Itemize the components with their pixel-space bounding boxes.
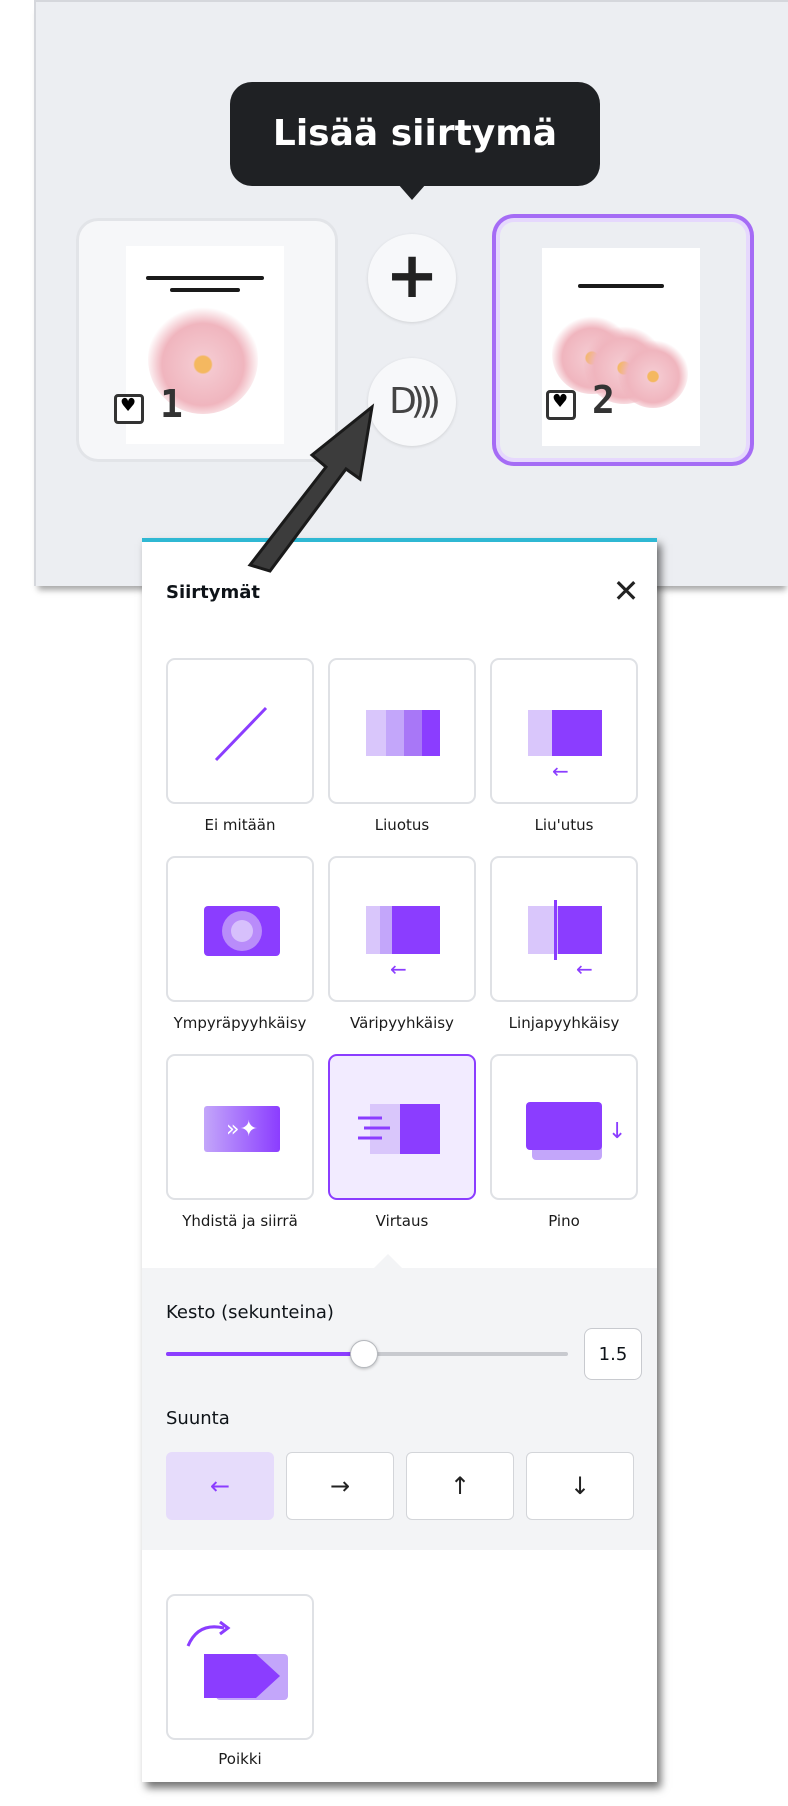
line-wipe-icon: ← — [528, 900, 602, 981]
page-number: 1 — [160, 382, 183, 426]
transition-none[interactable] — [166, 658, 314, 804]
flow-icon — [358, 1104, 440, 1154]
transition-flow[interactable] — [328, 1054, 476, 1200]
panel-title: Siirtymät — [166, 582, 261, 603]
tooltip-tail — [398, 184, 426, 200]
direction-left-button[interactable]: ← — [166, 1452, 274, 1520]
none-icon — [214, 706, 268, 762]
direction-up-button[interactable]: ↑ — [406, 1452, 514, 1520]
transition-label: Virtaus — [375, 1212, 429, 1230]
plus-icon: + — [385, 239, 439, 313]
transition-color-wipe[interactable]: ← — [328, 856, 476, 1002]
svg-text:↓: ↓ — [608, 1119, 626, 1144]
svg-text:»✦: »✦ — [226, 1117, 258, 1142]
transition-circle-wipe[interactable] — [166, 856, 314, 1002]
duration-slider-handle[interactable] — [350, 1340, 378, 1368]
transition-label: Liuotus — [374, 816, 430, 834]
transition-dissolve[interactable] — [328, 658, 476, 804]
add-transition-tooltip: Lisää siirtymä — [230, 82, 600, 186]
svg-text:←: ← — [390, 957, 407, 981]
transition-label: Väripyyhkäisy — [350, 1014, 454, 1032]
transition-label: Ei mitään — [204, 816, 276, 834]
merge-and-move-icon: »✦ — [204, 1106, 280, 1152]
page-notes-icon — [114, 394, 144, 424]
annotation-arrow — [247, 403, 375, 573]
across-icon — [186, 1620, 288, 1700]
svg-text:←: ← — [576, 957, 593, 981]
direction-label: Suunta — [166, 1408, 230, 1429]
direction-right-button[interactable]: → — [286, 1452, 394, 1520]
transition-stack[interactable]: ↓ — [490, 1054, 638, 1200]
transitions-panel: Siirtymät ✕ Ei mitään Liuotus ← Liu'utus… — [142, 538, 657, 1782]
transition-label: Poikki — [218, 1750, 262, 1768]
flower-image — [618, 338, 688, 408]
close-icon[interactable]: ✕ — [610, 575, 642, 608]
duration-input[interactable]: 1.5 — [584, 1328, 642, 1380]
transition-label: Yhdistä ja siirrä — [182, 1212, 298, 1230]
page-thumbnail-2[interactable]: 2 — [492, 214, 754, 466]
transition-options: Kesto (sekunteina) 1.5 Suunta ← → ↑ ↓ — [142, 1268, 657, 1550]
circle-wipe-icon — [204, 906, 280, 956]
slide-icon: ← — [528, 710, 602, 783]
transition-label: Pino — [548, 1212, 580, 1230]
stack-icon: ↓ — [526, 1102, 626, 1160]
add-page-button[interactable]: + — [368, 234, 456, 322]
color-wipe-icon: ← — [366, 906, 440, 981]
page-number: 2 — [592, 378, 615, 422]
transition-across[interactable] — [166, 1594, 314, 1740]
transition-slide[interactable]: ← — [490, 658, 638, 804]
transition-label: Linjapyyhkäisy — [508, 1014, 620, 1032]
duration-slider-fill — [166, 1352, 363, 1356]
page-notes-icon — [546, 390, 576, 420]
transition-label: Ympyräpyyhkäisy — [173, 1014, 307, 1032]
duration-label: Kesto (sekunteina) — [166, 1302, 334, 1323]
transition-merge-and-move[interactable]: »✦ — [166, 1054, 314, 1200]
transition-label: Liu'utus — [534, 816, 594, 834]
svg-text:←: ← — [552, 759, 569, 783]
transition-line-wipe[interactable]: ← — [490, 856, 638, 1002]
duration-slider-track[interactable] — [166, 1340, 568, 1368]
direction-down-button[interactable]: ↓ — [526, 1452, 634, 1520]
selection-notch — [374, 1254, 402, 1268]
dissolve-icon — [366, 710, 440, 756]
